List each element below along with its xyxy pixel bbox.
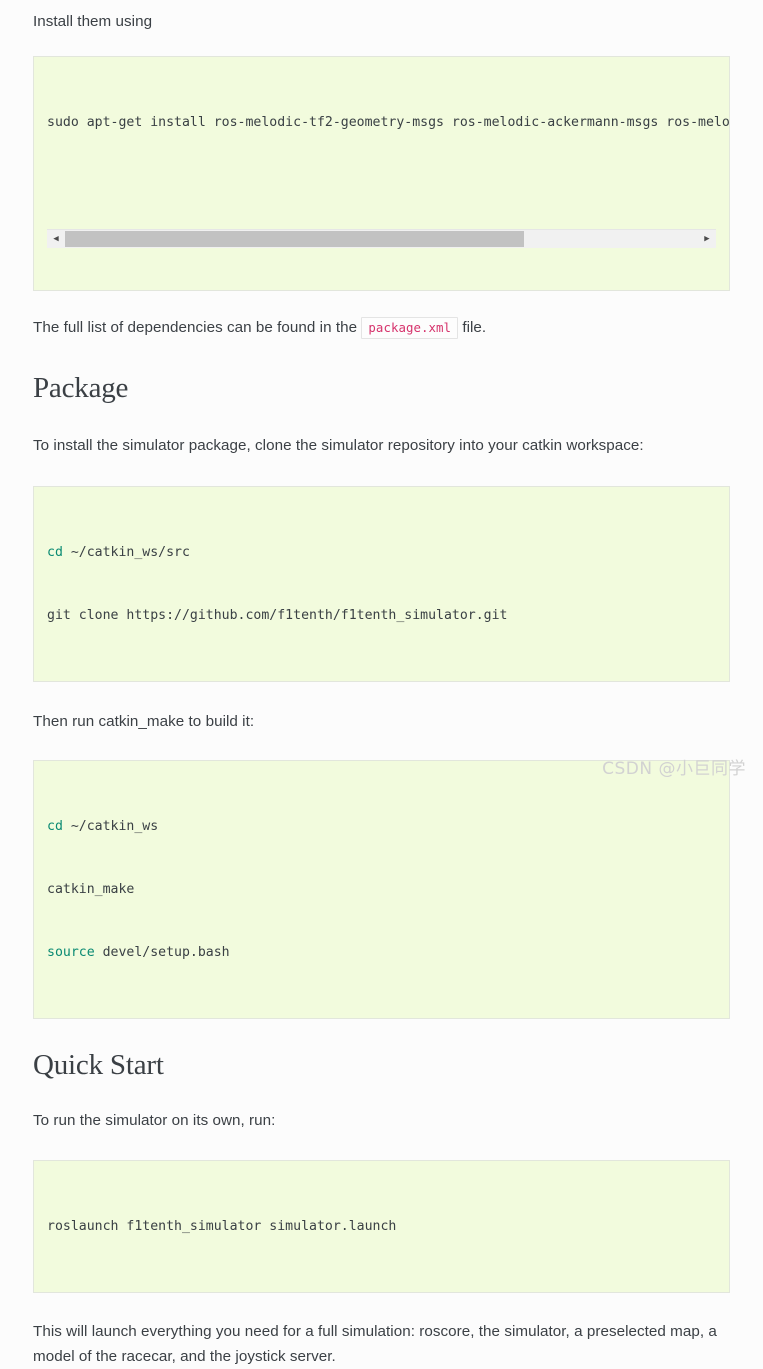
- dependency-note-text-before: The full list of dependencies can be fou…: [33, 319, 358, 336]
- inline-code-package-xml: package.xml: [361, 317, 459, 339]
- code-keyword-cd-build: cd: [47, 818, 63, 834]
- heading-quick-start: Quick Start: [33, 1048, 164, 1081]
- code-line-source-setup: source devel/setup.bash: [47, 942, 716, 963]
- dependency-note-text-after: file.: [462, 319, 487, 336]
- scroll-right-arrow-icon[interactable]: ▶: [698, 230, 716, 249]
- document-page: Install them using sudo apt-get install …: [0, 0, 763, 1365]
- code-block-clone: cd ~/catkin_ws/src git clone https://git…: [33, 485, 730, 682]
- package-paragraph: To install the simulator package, clone …: [33, 436, 644, 454]
- code-line-git-clone: git clone https://github.com/f1tenth/f1t…: [47, 607, 508, 623]
- code-block-roslaunch: roslaunch f1tenth_simulator simulator.la…: [33, 1159, 730, 1293]
- code-arg-cd-ws: ~/catkin_ws: [62, 818, 159, 834]
- code-line-cd-ws: cd ~/catkin_ws: [47, 816, 716, 837]
- heading-package: Package: [33, 372, 129, 404]
- scroll-left-arrow-icon[interactable]: ◀: [47, 230, 65, 249]
- catkin-make-paragraph: Then run catkin_make to build it:: [33, 712, 255, 730]
- code-block-horizontal-scrollbar[interactable]: ◀ ▶: [47, 229, 716, 248]
- quickstart-paragraph: To run the simulator on its own, run:: [33, 1111, 276, 1129]
- code-keyword-cd: cd: [47, 544, 63, 560]
- code-arg-source-setup: devel/setup.bash: [94, 944, 230, 960]
- csdn-watermark: CSDN @小巨同学: [602, 759, 746, 779]
- code-line-catkin-make: catkin_make: [47, 881, 135, 897]
- code-block-build: cd ~/catkin_ws catkin_make source devel/…: [33, 759, 730, 1019]
- scrollbar-thumb[interactable]: [65, 230, 524, 247]
- code-line-apt-install: sudo apt-get install ros-melodic-tf2-geo…: [47, 115, 730, 130]
- intro-paragraph: Install them using: [33, 13, 153, 30]
- scrollbar-track[interactable]: [65, 230, 698, 249]
- launch-description-paragraph: This will launch everything you need for…: [33, 1322, 717, 1365]
- dependency-note-paragraph: The full list of dependencies can be fou…: [33, 315, 730, 340]
- code-keyword-source: source: [47, 944, 95, 960]
- code-block-apt-install: sudo apt-get install ros-melodic-tf2-geo…: [33, 56, 730, 291]
- code-line-roslaunch: roslaunch f1tenth_simulator simulator.la…: [47, 1218, 397, 1234]
- code-arg-cd-src: ~/catkin_ws/src: [62, 544, 190, 560]
- code-line-cd-src: cd ~/catkin_ws/src: [47, 542, 716, 563]
